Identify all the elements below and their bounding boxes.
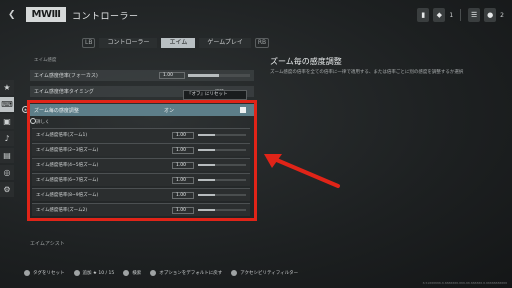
annotation-highlight-box	[27, 100, 257, 221]
footer-reset-tags[interactable]: タグをリセット	[24, 270, 65, 276]
search-icon	[123, 270, 130, 276]
notification-count: 2	[500, 11, 504, 19]
lb-key-icon: LB	[82, 38, 96, 48]
detail-description: ズーム感度の倍率を全ての倍率に一律で適用する、または倍率ごとに別の感度を調整する…	[270, 70, 464, 75]
footer-favorites[interactable]: 追加 ★ 10 / 15	[73, 270, 114, 276]
volume-icon[interactable]: ♪	[0, 131, 14, 146]
footer-accessibility-filter[interactable]: アクセシビリティフィルター	[231, 270, 298, 276]
network-icon[interactable]: ◎	[0, 165, 14, 180]
chevron-left-icon[interactable]: ❮	[8, 10, 16, 20]
section-label: エイム感度	[34, 58, 57, 63]
section-label-aim-assist: エイムアシスト	[30, 241, 65, 247]
notification-icon[interactable]: ●	[484, 8, 497, 22]
footer-restore-defaults[interactable]: オプションをデフォルトに戻す	[150, 270, 222, 276]
divider	[460, 9, 462, 21]
player-count: 1	[449, 11, 454, 19]
reset-off-button[interactable]: 『オフ』にリセット	[183, 90, 247, 100]
keyboard-icon[interactable]: ▤	[0, 148, 14, 163]
build-version: 8.51888888-8.8888888-888-88.888888.8.888…	[422, 281, 507, 285]
detail-title: ズーム毎の感度調整	[270, 57, 342, 66]
rb-key-icon: RB	[254, 38, 270, 48]
footer-search[interactable]: 検索	[123, 270, 141, 276]
top-right-status: ▮ ◆ 1 ☰ ● 2	[417, 6, 504, 24]
setting-row-aim-focus[interactable]: エイム感度倍率(フォーカス) 1.00	[30, 70, 254, 81]
setting-value[interactable]: 1.00	[159, 72, 185, 79]
controller-battery-icon: ▮	[417, 8, 430, 22]
tab-controller[interactable]: コントローラー	[99, 38, 158, 48]
star-icon[interactable]: ★	[0, 80, 14, 95]
footer-bar: タグをリセット 追加 ★ 10 / 15 検索 オプションをデフォルトに戻す ア…	[24, 270, 298, 276]
setting-slider[interactable]	[188, 74, 250, 77]
tag-icon	[24, 270, 30, 276]
top-bar: ❮ MWⅢ コントローラー ▮ ◆ 1 ☰ ● 2	[0, 0, 512, 30]
player-badge-icon[interactable]: ◆	[433, 8, 446, 22]
page-title: コントローラー	[72, 12, 139, 22]
reset-icon	[150, 270, 157, 276]
tab-aim[interactable]: エイム	[161, 38, 196, 48]
controller-icon[interactable]: ⌨	[0, 97, 14, 112]
tab-bar: LB コントローラー エイム ゲームプレイ RB	[82, 38, 270, 48]
settings-gear-icon[interactable]: ⚙	[0, 182, 14, 197]
tab-gameplay[interactable]: ゲームプレイ	[199, 38, 251, 48]
image-icon[interactable]: ▣	[0, 114, 14, 129]
game-logo: MWⅢ	[26, 7, 66, 22]
settings-sidebar: ★ ⌨ ▣ ♪ ▤ ◎ ⚙	[0, 80, 14, 197]
accessibility-icon	[231, 270, 238, 276]
star-icon	[73, 270, 80, 276]
setting-label: エイム感度倍率(フォーカス)	[34, 73, 98, 79]
party-icon[interactable]: ☰	[468, 8, 481, 22]
annotation-arrow-icon	[264, 154, 340, 188]
